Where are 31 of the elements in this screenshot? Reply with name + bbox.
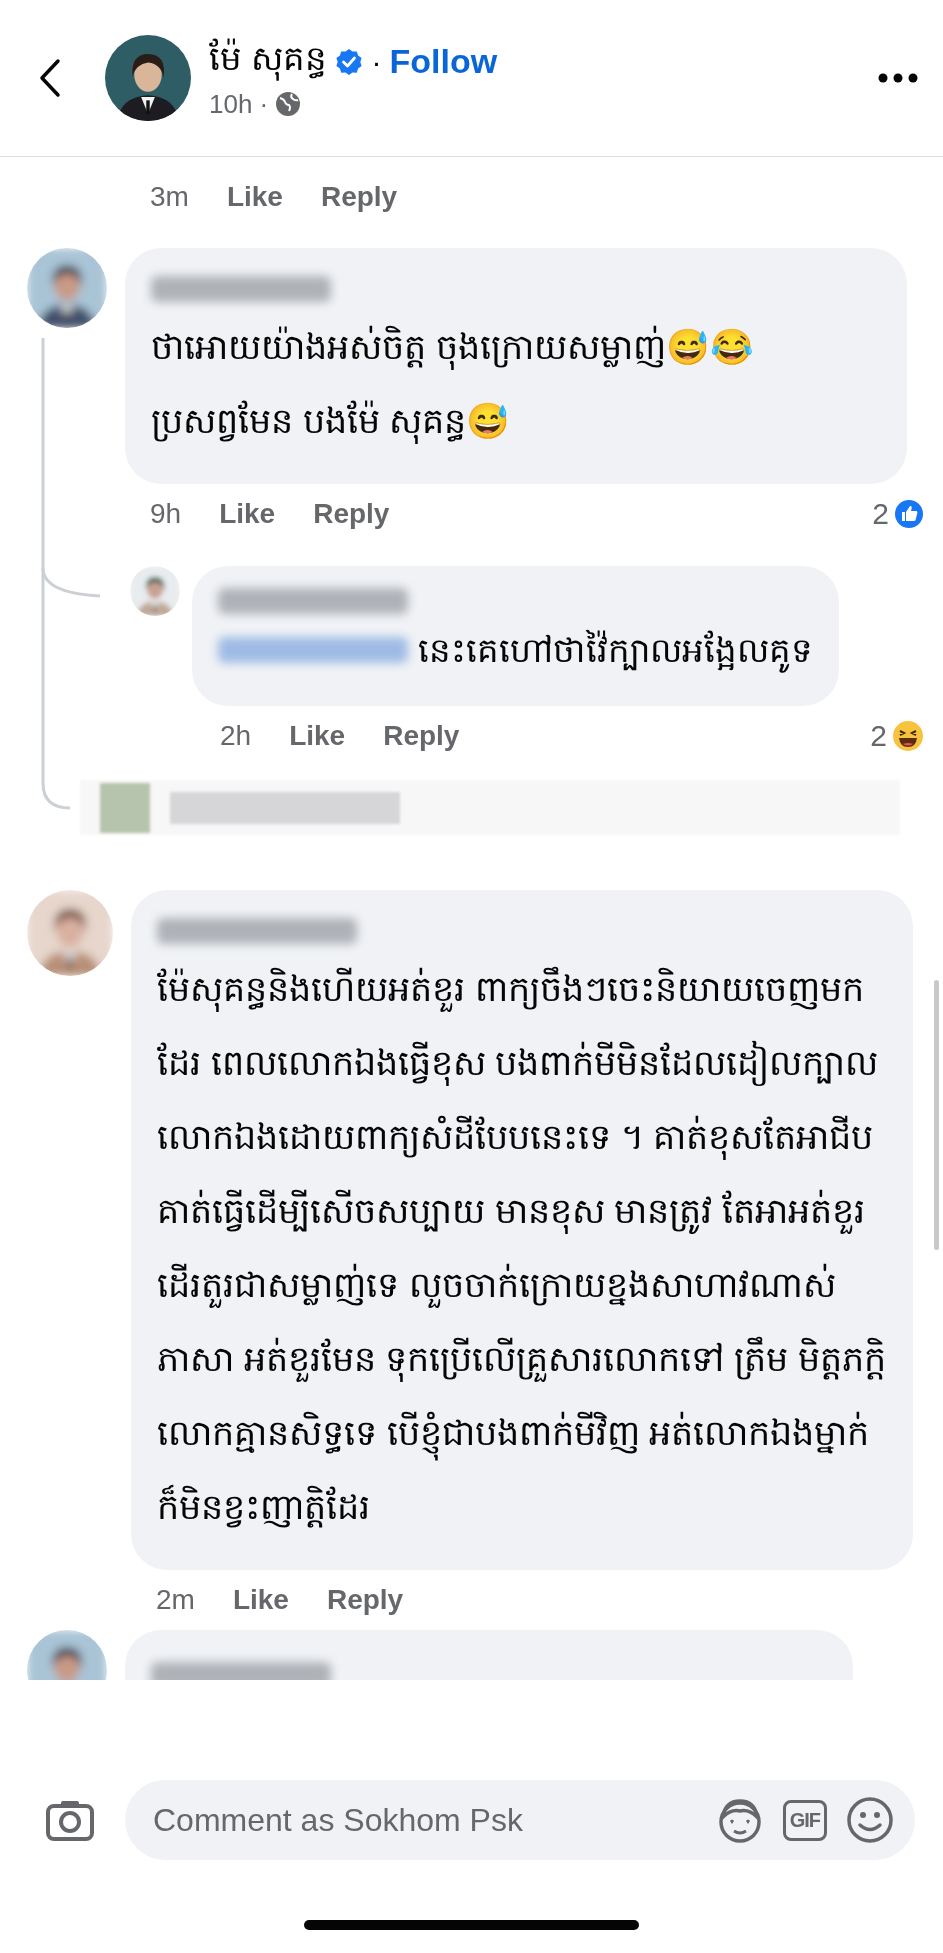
author-name[interactable]: ម៉ែ សុគន្ធ <box>209 36 328 87</box>
reply-link[interactable]: Reply <box>326 1584 404 1616</box>
reply-link[interactable]: Reply <box>320 181 398 213</box>
reply-link[interactable]: Reply <box>383 720 460 752</box>
camera-icon[interactable] <box>45 1798 95 1842</box>
reaction-count[interactable]: 2 <box>872 497 889 531</box>
reply-link[interactable]: Reply <box>313 498 390 530</box>
like-link[interactable]: Like <box>289 720 346 752</box>
comment-field[interactable]: Comment as Sokhom Psk GIF <box>125 1780 915 1860</box>
follow-link[interactable]: Follow <box>389 42 498 81</box>
comment-text: ម៉ែសុគន្ធនិងហើយអត់ខួរ ពាក្យចឹងៗចេះនិយាយចេញមកដែរ ពេលលោកឯងធ្វើខុស បងពាក់មីមិនដែលដៀលក្បាលលោកឯងដោយពាក្យសំដីបែបនេះទេ ។ គាត់ខុសតែអាជីបគាត់ធ្វើដើម្បីសើចសប្បាយ មានខុស មានត្រូវ តែអាអត់ខួរដើរតួរជាសម្លាញ់ទេ លួចចាក់ក្រោយខ្នងសាហាវណាស់ ភាសា អត់ខួរមែន ទុកប្រើលើគ្រួសារលោកទៅ ត្រឹម មិត្តភក្តិ លោកគ្មានសិទ្ធទេ បើខ្ញុំជាបងពាក់មីវិញ អត់លោកឯងម្នាក់ក៏មិនខ្វះញាត្តិដែរ <box>157 952 887 1544</box>
timestamp: 2m <box>156 1584 195 1616</box>
reply-text: នេះគេហៅថាវ៉ៃក្បាលអង្អែលគូទ <box>418 620 813 680</box>
like-link[interactable]: Like <box>226 181 283 213</box>
comment-text: ថាអោយយ៉ាងអស់ចិត្ត ចុងក្រោយសម្លាញ់😅😂 ប្រសព្វមែន បងម៉ែ សុគន្ធ😅 <box>151 310 881 458</box>
timestamp: 3m <box>150 181 189 213</box>
timestamp: 9h <box>150 498 182 530</box>
reaction-count[interactable]: 2 <box>870 719 887 753</box>
globe-icon <box>274 90 303 118</box>
thumbs-up-icon <box>893 498 925 530</box>
scrollbar[interactable] <box>934 980 939 1250</box>
laughing-face-icon <box>891 719 925 753</box>
like-link[interactable]: Like <box>219 498 276 530</box>
post-time: 10h · <box>209 88 269 120</box>
gif-button[interactable]: GIF <box>782 1799 827 1841</box>
timestamp: 2h <box>220 720 252 752</box>
back-icon[interactable] <box>38 58 62 98</box>
separator-dot: · <box>371 44 382 79</box>
like-link[interactable]: Like <box>232 1584 289 1616</box>
more-icon[interactable] <box>878 73 918 83</box>
emoji-icon[interactable] <box>845 1795 895 1845</box>
